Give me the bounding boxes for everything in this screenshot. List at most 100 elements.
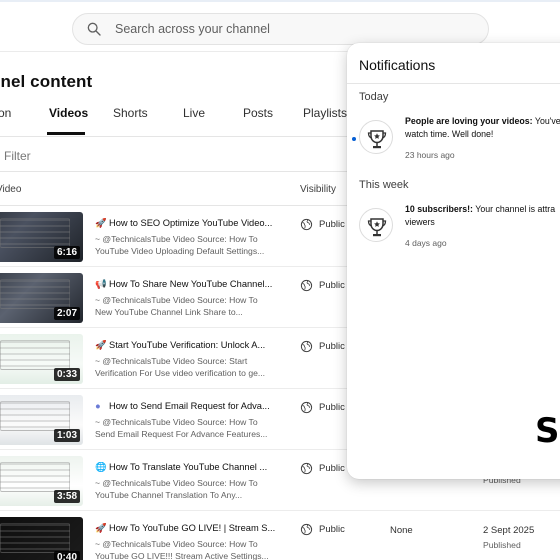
table-row[interactable]: 0:40 🚀 How To YouTube GO LIVE! | Stream S.… [0, 511, 560, 560]
video-duration: 0:33 [53, 368, 80, 381]
globe-icon [300, 279, 313, 292]
rocket-icon: 🚀 [95, 218, 107, 228]
globe-icon [300, 340, 313, 353]
tab-posts[interactable]: Posts [243, 106, 273, 120]
video-description-line2: YouTube Video Uploading Default Settings… [95, 246, 265, 256]
publish-date: 2 Sept 2025 [483, 525, 535, 536]
video-title[interactable]: 🚀 How to SEO Optimize YouTube Video... [95, 218, 275, 229]
visibility-label: Public [319, 402, 345, 413]
column-header-video[interactable]: Video [0, 184, 21, 195]
video-description: ~ @TechnicalsTube Video Source: How To Ne… [95, 294, 275, 318]
visibility-status[interactable]: Public [300, 218, 345, 231]
rocket-icon: 🚀 [95, 340, 107, 350]
visibility-status[interactable]: Public [300, 279, 345, 292]
tab-videos[interactable]: Videos [49, 106, 88, 120]
visibility-status[interactable]: Public [300, 462, 345, 475]
video-description-line1: ~ @TechnicalsTube Video Source: Start [95, 356, 248, 366]
globe-icon [300, 462, 313, 475]
search-bar[interactable]: Search across your channel [72, 13, 489, 45]
visibility-label: Public [319, 341, 345, 352]
notification-2-time: 4 days ago [405, 238, 447, 248]
circle-icon: ● [95, 401, 101, 411]
video-description: ~ @TechnicalsTube Video Source: How To Yo… [95, 233, 275, 257]
video-duration: 6:16 [53, 246, 80, 259]
globe-icon [300, 218, 313, 231]
notifications-title: Notifications [359, 57, 436, 73]
visibility-status[interactable]: Public [300, 401, 345, 414]
thumbnail-detail [0, 279, 70, 309]
restrictions-value: None [390, 525, 413, 536]
video-thumbnail[interactable]: 6:16 [0, 212, 83, 262]
notification-item-2[interactable]: 10 subscribers!: Your channel is attra v… [405, 203, 560, 228]
tab-live[interactable]: Live [183, 106, 205, 120]
page-title: nnel content [0, 72, 93, 91]
thumbnail-detail [0, 340, 70, 370]
notification-1-heading: People are loving your videos: [405, 116, 533, 126]
video-description-line1: ~ @TechnicalsTube Video Source: How To [95, 417, 258, 427]
tab-inspiration[interactable]: tion [0, 106, 11, 120]
video-description: ~ @TechnicalsTube Video Source: How To Yo… [95, 538, 275, 560]
video-description: ~ @TechnicalsTube Video Source: How To Se… [95, 416, 275, 440]
visibility-label: Public [319, 280, 345, 291]
filter-label: Filter [4, 149, 31, 163]
video-title[interactable]: 🌐 How To Translate YouTube Channel ... [95, 462, 275, 473]
search-input[interactable]: Search across your channel [115, 22, 270, 36]
video-duration: 0:40 [53, 551, 80, 560]
video-title-text: How to Send Email Request for Adva... [109, 401, 270, 411]
tab-shorts[interactable]: Shorts [113, 106, 148, 120]
notifications-panel: Notifications Today People are loving yo… [347, 43, 560, 479]
globe-icon: 🌐 [95, 462, 107, 472]
notification-2-heading: 10 subscribers!: [405, 204, 473, 214]
trophy-icon [359, 120, 393, 154]
megaphone-icon: 📢 [95, 279, 107, 289]
visibility-label: Public [319, 463, 345, 474]
tab-playlists[interactable]: Playlists [303, 106, 347, 120]
video-title[interactable]: 📢 How To Share New YouTube Channel... [95, 279, 275, 290]
overlay-text: Sc [535, 411, 560, 451]
unread-dot [352, 137, 356, 141]
video-description-line1: ~ @TechnicalsTube Video Source: How To [95, 478, 258, 488]
visibility-status[interactable]: Public [300, 340, 345, 353]
globe-icon [300, 523, 313, 536]
video-thumbnail[interactable]: 2:07 [0, 273, 83, 323]
video-title[interactable]: ● How to Send Email Request for Adva... [95, 401, 275, 411]
notification-item-1[interactable]: People are loving your videos: You've wa… [405, 115, 560, 140]
video-title[interactable]: 🚀 Start YouTube Verification: Unlock A... [95, 340, 275, 351]
rocket-icon: 🚀 [95, 523, 107, 533]
video-thumbnail[interactable]: 0:40 [0, 517, 83, 560]
thumbnail-detail [0, 523, 70, 553]
video-title-text: How To Translate YouTube Channel ... [109, 462, 268, 472]
video-description: ~ @TechnicalsTube Video Source: Start Ver… [95, 355, 275, 379]
notification-1-time: 23 hours ago [405, 150, 455, 160]
video-duration: 3:58 [53, 490, 80, 503]
video-description-line1: ~ @TechnicalsTube Video Source: How To [95, 539, 258, 549]
notifications-section-this-week: This week [359, 179, 409, 191]
video-description-line2: YouTube Channel Translation To Any... [95, 490, 243, 500]
notification-1-text: You've [532, 116, 560, 126]
video-duration: 2:07 [53, 307, 80, 320]
video-description-line1: ~ @TechnicalsTube Video Source: How To [95, 234, 258, 244]
video-title-text: How to SEO Optimize YouTube Video... [109, 218, 273, 228]
visibility-label: Public [319, 219, 345, 230]
video-duration: 1:03 [53, 429, 80, 442]
video-description-line1: ~ @TechnicalsTube Video Source: How To [95, 295, 258, 305]
visibility-status[interactable]: Public [300, 523, 345, 536]
video-description: ~ @TechnicalsTube Video Source: How To Yo… [95, 477, 275, 501]
video-description-line2: YouTube GO LIVE!!! Stream Active Setting… [95, 551, 269, 560]
video-title[interactable]: 🚀 How To YouTube GO LIVE! | Stream S... [95, 523, 275, 534]
video-thumbnail[interactable]: 0:33 [0, 334, 83, 384]
video-thumbnail[interactable]: 3:58 [0, 456, 83, 506]
column-header-visibility[interactable]: Visibility [300, 184, 336, 195]
video-thumbnail[interactable]: 1:03 [0, 395, 83, 445]
video-title-text: How To YouTube GO LIVE! | Stream S... [109, 523, 275, 533]
filter-button[interactable]: Filter [4, 149, 31, 163]
thumbnail-detail [0, 218, 70, 248]
notifications-divider [347, 83, 560, 84]
video-description-line2: New YouTube Channel Link Share to... [95, 307, 243, 317]
notification-2-text: Your channel is attra [472, 204, 556, 214]
globe-icon [300, 401, 313, 414]
thumbnail-detail [0, 401, 70, 431]
notification-1-text-line2: watch time. Well done! [405, 128, 494, 139]
video-description-line2: Verification For Use video verification … [95, 368, 266, 378]
thumbnail-detail [0, 462, 70, 492]
